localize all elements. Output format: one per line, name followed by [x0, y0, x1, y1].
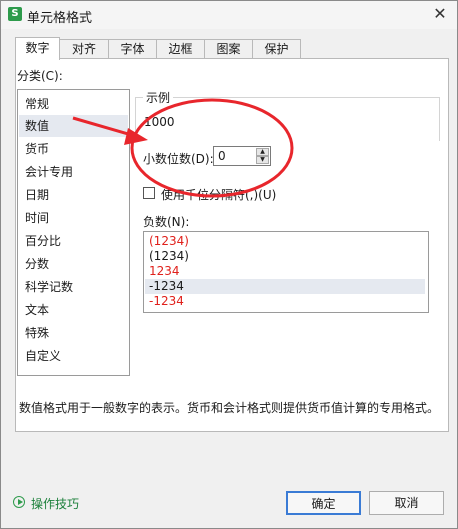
tab-font[interactable]: 字体 — [108, 39, 157, 59]
category-item-percentage[interactable]: 百分比 — [19, 230, 128, 252]
negative-option-red-plain[interactable]: 1234 — [145, 264, 425, 279]
format-cells-dialog: S 单元格格式 ✕ 数字 对齐 字体 边框 图案 保护 分类(C): 常规 数值… — [0, 0, 458, 529]
negative-numbers-list[interactable]: (1234) (1234) 1234 -1234 -1234 — [143, 231, 429, 313]
play-circle-icon — [13, 496, 25, 508]
help-tips-label[interactable]: 操作技巧 — [31, 495, 79, 512]
negative-numbers-label: 负数(N): — [143, 215, 190, 229]
sample-title: 示例 — [143, 89, 174, 106]
decrement-arrow-icon[interactable]: ▼ — [256, 156, 269, 164]
category-item-custom[interactable]: 自定义 — [19, 345, 128, 367]
category-item-fraction[interactable]: 分数 — [19, 253, 128, 275]
category-item-date[interactable]: 日期 — [19, 184, 128, 206]
app-logo-icon: S — [8, 7, 22, 21]
tab-protection[interactable]: 保护 — [252, 39, 301, 59]
tab-alignment[interactable]: 对齐 — [59, 39, 109, 59]
thousands-separator-label[interactable]: 使用千位分隔符(,)(U) — [161, 186, 276, 203]
category-label: 分类(C): — [17, 69, 63, 83]
decimal-places-stepper[interactable]: 0 ▲ ▼ — [213, 146, 271, 166]
negative-option-parens[interactable]: (1234) — [145, 249, 425, 264]
decimal-places-label: 小数位数(D): — [143, 152, 214, 166]
tab-number[interactable]: 数字 — [15, 37, 60, 60]
negative-option-minus[interactable]: -1234 — [145, 279, 425, 294]
dialog-title: 单元格格式 — [27, 11, 93, 26]
stepper-buttons: ▲ ▼ — [256, 148, 269, 164]
category-item-accounting[interactable]: 会计专用 — [19, 161, 128, 183]
tab-pattern[interactable]: 图案 — [204, 39, 253, 59]
ok-button[interactable]: 确定 — [286, 491, 361, 515]
category-item-currency[interactable]: 货币 — [19, 138, 128, 160]
category-item-text[interactable]: 文本 — [19, 299, 128, 321]
sample-value: 1000 — [144, 115, 175, 129]
category-item-special[interactable]: 特殊 — [19, 322, 128, 344]
sample-group — [135, 97, 440, 141]
thousands-separator-checkbox[interactable] — [143, 187, 155, 199]
title-bar: S 单元格格式 ✕ — [1, 1, 457, 29]
negative-option-red-minus[interactable]: -1234 — [145, 294, 425, 309]
category-item-general[interactable]: 常规 — [19, 93, 128, 115]
negative-option-red-parens[interactable]: (1234) — [145, 234, 425, 249]
category-item-scientific[interactable]: 科学记数 — [19, 276, 128, 298]
category-item-time[interactable]: 时间 — [19, 207, 128, 229]
decimal-places-value[interactable]: 0 — [218, 149, 226, 163]
category-list[interactable]: 常规 数值 货币 会计专用 日期 时间 百分比 分数 科学记数 文本 特殊 自定… — [17, 89, 130, 376]
tab-border[interactable]: 边框 — [156, 39, 205, 59]
category-item-number[interactable]: 数值 — [19, 115, 128, 137]
close-icon[interactable]: ✕ — [431, 5, 449, 23]
cancel-button[interactable]: 取消 — [369, 491, 444, 515]
increment-arrow-icon[interactable]: ▲ — [256, 148, 269, 156]
format-description: 数值格式用于一般数字的表示。货币和会计格式则提供货币值计算的专用格式。 — [19, 401, 440, 415]
